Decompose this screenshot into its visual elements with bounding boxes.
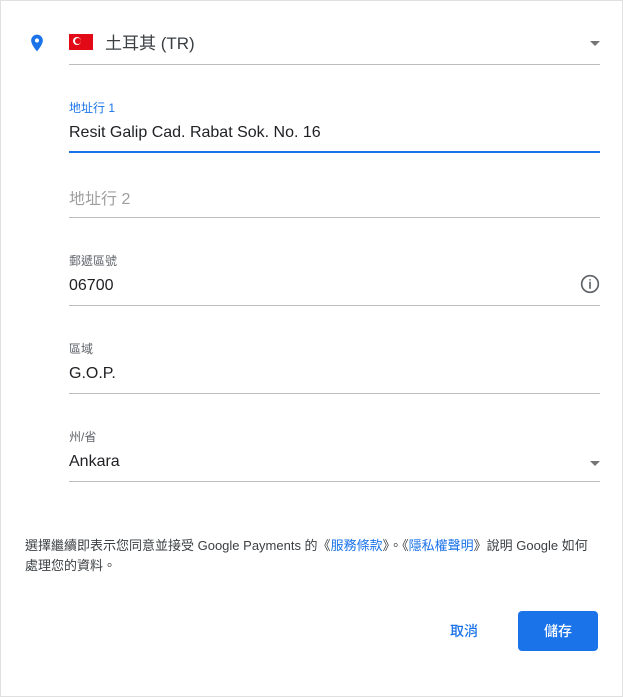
chevron-down-icon [590,453,600,471]
postal-code-row [69,273,600,306]
fields-wrap: 地址行 1 郵遞區號 [69,99,600,482]
cancel-button[interactable]: 取消 [424,611,504,651]
consent-part1: 選擇繼續即表示您同意並接受 Google Payments 的《 [25,538,331,553]
address-line-1-label: 地址行 1 [69,99,600,116]
postal-code-input[interactable] [69,273,572,299]
privacy-link[interactable]: 隱私權聲明 [409,538,474,553]
district-input[interactable] [69,361,600,387]
tos-link[interactable]: 服務條款 [331,538,383,553]
province-label: 州/省 [69,428,600,445]
district-row [69,361,600,394]
country-row: 土耳其 (TR) [23,21,600,65]
info-icon[interactable] [572,274,600,299]
address-line-1-field: 地址行 1 [69,99,600,153]
consent-text: 選擇繼續即表示您同意並接受 Google Payments 的《服務條款》。《隱… [23,536,600,575]
address-line-2-input[interactable] [69,191,600,209]
district-label: 區域 [69,340,600,357]
save-button[interactable]: 儲存 [518,611,598,651]
province-field: 州/省 [69,428,600,482]
chevron-down-icon [590,33,600,51]
province-select[interactable] [69,449,600,482]
postal-code-label: 郵遞區號 [69,252,600,269]
address-line-1-input[interactable] [69,120,600,146]
country-select[interactable]: 土耳其 (TR) [69,21,600,65]
postal-code-field: 郵遞區號 [69,252,600,306]
district-field: 區域 [69,340,600,394]
flag-icon [69,34,93,50]
location-icon [23,30,51,56]
address-line-1-row [69,120,600,153]
address-line-2-field [69,187,600,218]
consent-part2: 》。《 [383,538,409,553]
province-value [69,449,590,475]
address-form: 土耳其 (TR) 地址行 1 郵遞區號 [1,21,622,651]
button-row: 取消 儲存 [23,611,600,651]
country-label: 土耳其 (TR) [105,29,578,54]
